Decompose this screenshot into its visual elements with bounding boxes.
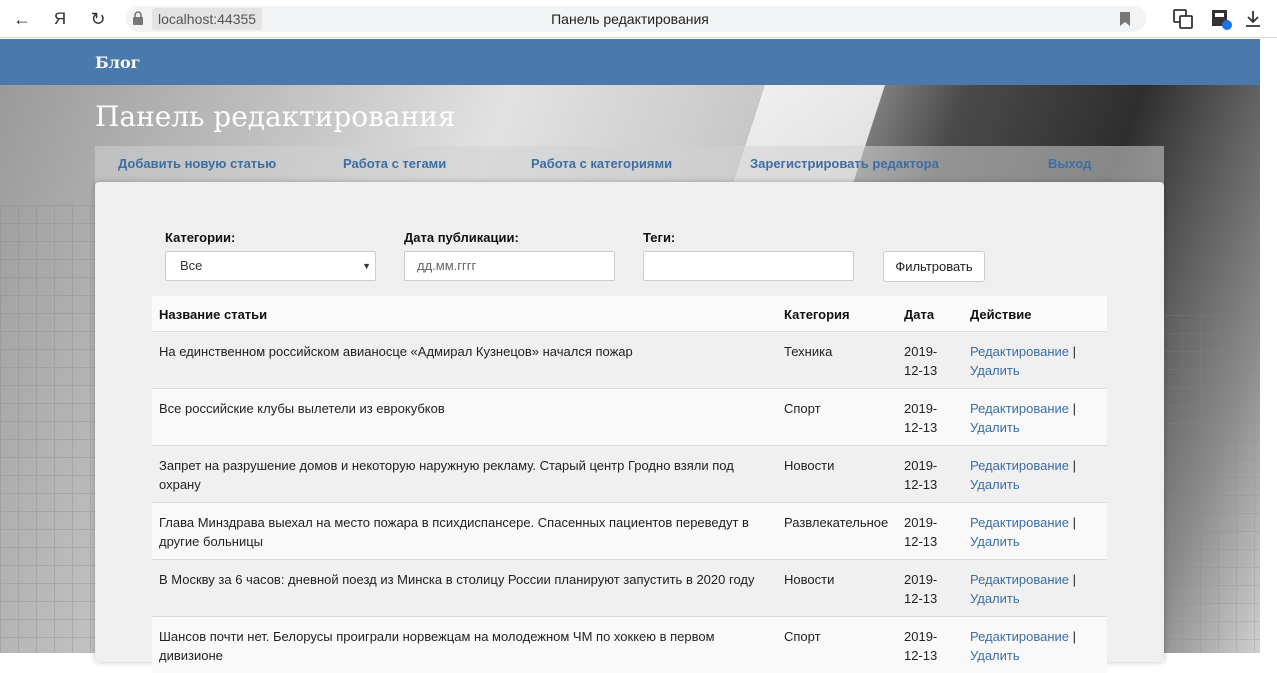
- bookmark-icon[interactable]: [1120, 12, 1130, 26]
- add-article-link[interactable]: Добавить новую статью: [118, 156, 276, 171]
- cell-title: Запрет на разрушение домов и некоторую н…: [152, 446, 777, 503]
- yandex-icon[interactable]: Я: [48, 7, 72, 31]
- lock-icon: [132, 11, 144, 25]
- delete-link[interactable]: Удалить: [970, 534, 1020, 549]
- hero-paper-grid-right: [1164, 315, 1260, 653]
- brand-link[interactable]: Блог: [95, 53, 140, 72]
- cell-actions: Редактирование | Удалить: [963, 332, 1107, 389]
- category-select-value: Все: [180, 258, 202, 273]
- table-row: Глава Минздрава выехал на место пожара в…: [152, 503, 1107, 560]
- filter-button[interactable]: Фильтровать: [883, 251, 985, 282]
- tags-input[interactable]: [643, 251, 854, 281]
- delete-link[interactable]: Удалить: [970, 363, 1020, 378]
- cell-category: Развлекательное: [777, 503, 897, 560]
- separator: |: [1073, 629, 1076, 644]
- chevron-down-icon: ▼: [362, 252, 371, 280]
- navbar: Блог: [0, 39, 1260, 85]
- browser-toolbar: ← Я ↻ localhost:44355 Панель редактирова…: [0, 0, 1277, 38]
- delete-link[interactable]: Удалить: [970, 420, 1020, 435]
- cell-category: Новости: [777, 446, 897, 503]
- cell-title: Глава Минздрава выехал на место пожара в…: [152, 503, 777, 560]
- cell-category: Техника: [777, 332, 897, 389]
- cell-actions: Редактирование | Удалить: [963, 503, 1107, 560]
- extension-icon[interactable]: [1210, 8, 1232, 30]
- edit-link[interactable]: Редактирование: [970, 401, 1069, 416]
- edit-link[interactable]: Редактирование: [970, 344, 1069, 359]
- table-row: В Москву за 6 часов: дневной поезд из Ми…: [152, 560, 1107, 617]
- cell-title: В Москву за 6 часов: дневной поезд из Ми…: [152, 560, 777, 617]
- header-action: Действие: [963, 296, 1107, 332]
- separator: |: [1073, 344, 1076, 359]
- page-title: Панель редактирования: [95, 100, 456, 133]
- edit-link[interactable]: Редактирование: [970, 629, 1069, 644]
- category-label: Категории:: [165, 230, 235, 245]
- separator: |: [1073, 572, 1076, 587]
- table-row: На единственном российском авианосце «Ад…: [152, 332, 1107, 389]
- cell-actions: Редактирование | Удалить: [963, 389, 1107, 446]
- cell-title: Шансов почти нет. Белорусы проиграли нор…: [152, 617, 777, 673]
- articles-table: Название статьи Категория Дата Действие …: [152, 296, 1107, 673]
- cell-actions: Редактирование | Удалить: [963, 560, 1107, 617]
- translate-icon[interactable]: [1172, 8, 1194, 30]
- back-icon[interactable]: ←: [10, 7, 34, 31]
- date-input[interactable]: дд.мм.гггг: [404, 251, 615, 281]
- register-editor-link[interactable]: Зарегистрировать редактора: [750, 156, 939, 171]
- cell-date: 2019-12-13: [897, 503, 963, 560]
- cell-category: Спорт: [777, 617, 897, 673]
- cell-actions: Редактирование | Удалить: [963, 617, 1107, 673]
- cell-title: Все российские клубы вылетели из еврокуб…: [152, 389, 777, 446]
- cell-category: Новости: [777, 560, 897, 617]
- date-label: Дата публикации:: [404, 230, 519, 245]
- header-date: Дата: [897, 296, 963, 332]
- reload-icon[interactable]: ↻: [86, 7, 110, 31]
- delete-link[interactable]: Удалить: [970, 591, 1020, 606]
- edit-link[interactable]: Редактирование: [970, 572, 1069, 587]
- admin-nav: Добавить новую статью Работа с тегами Ра…: [95, 146, 1164, 184]
- delete-link[interactable]: Удалить: [970, 477, 1020, 492]
- cell-date: 2019-12-13: [897, 446, 963, 503]
- cell-date: 2019-12-13: [897, 332, 963, 389]
- header-category: Категория: [777, 296, 897, 332]
- separator: |: [1073, 458, 1076, 473]
- table-row: Все российские клубы вылетели из еврокуб…: [152, 389, 1107, 446]
- delete-link[interactable]: Удалить: [970, 648, 1020, 663]
- cell-title: На единственном российском авианосце «Ад…: [152, 332, 777, 389]
- cell-date: 2019-12-13: [897, 389, 963, 446]
- table-row: Шансов почти нет. Белорусы проиграли нор…: [152, 617, 1107, 673]
- edit-link[interactable]: Редактирование: [970, 515, 1069, 530]
- tags-label: Теги:: [643, 230, 675, 245]
- table-row: Запрет на разрушение домов и некоторую н…: [152, 446, 1107, 503]
- table-header-row: Название статьи Категория Дата Действие: [152, 296, 1107, 332]
- tags-link[interactable]: Работа с тегами: [343, 156, 446, 171]
- categories-link[interactable]: Работа с категориями: [531, 156, 672, 171]
- cell-date: 2019-12-13: [897, 560, 963, 617]
- header-title: Название статьи: [152, 296, 777, 332]
- cell-actions: Редактирование | Удалить: [963, 446, 1107, 503]
- cell-category: Спорт: [777, 389, 897, 446]
- edit-link[interactable]: Редактирование: [970, 458, 1069, 473]
- address-host: localhost:44355: [152, 8, 262, 30]
- logout-link[interactable]: Выход: [1048, 156, 1091, 171]
- tab-title: Панель редактирования: [480, 8, 780, 30]
- content-panel: Категории: Все ▼ Дата публикации: дд.мм.…: [95, 182, 1164, 662]
- cell-date: 2019-12-13: [897, 617, 963, 673]
- separator: |: [1073, 515, 1076, 530]
- download-icon[interactable]: [1242, 8, 1264, 30]
- category-select[interactable]: Все ▼: [165, 251, 376, 281]
- separator: |: [1073, 401, 1076, 416]
